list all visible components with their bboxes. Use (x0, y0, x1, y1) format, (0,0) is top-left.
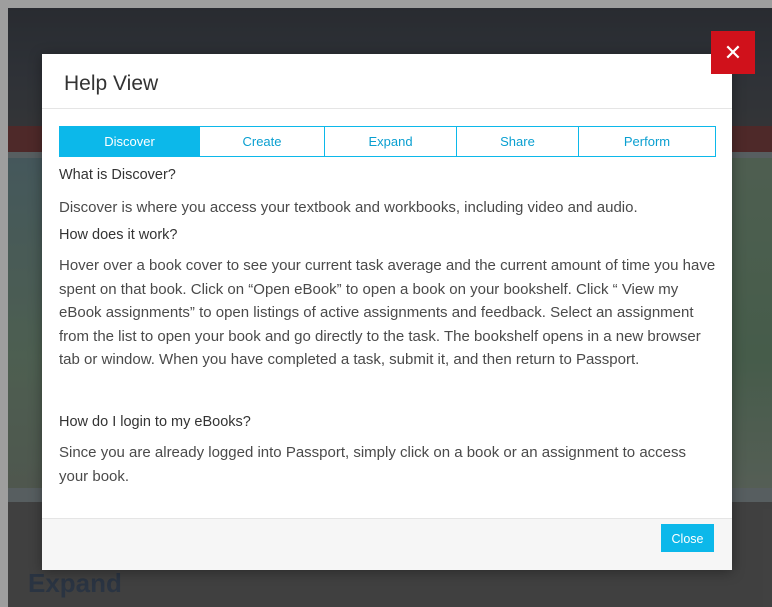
question-heading: What is Discover? (59, 167, 176, 183)
modal-title: Help View (64, 72, 159, 95)
tab-expand[interactable]: Expand (325, 127, 457, 156)
help-tabs: Discover Create Expand Share Perform (59, 126, 716, 157)
answer-text: Discover is where you access your textbo… (59, 199, 638, 216)
close-button[interactable]: Close (661, 524, 714, 552)
tab-share[interactable]: Share (457, 127, 579, 156)
modal-header: Help View (42, 54, 732, 109)
tab-create[interactable]: Create (200, 127, 325, 156)
tab-perform[interactable]: Perform (579, 127, 715, 156)
answer-text: Since you are already logged into Passpo… (59, 444, 686, 485)
question-heading: How does it work? (59, 227, 178, 243)
answer-text: Hover over a book cover to see your curr… (59, 257, 716, 368)
help-modal: Help View Discover Create Expand Share P… (42, 54, 732, 570)
close-icon[interactable]: ✕ (711, 31, 755, 74)
question-heading: How do I login to my eBooks? (59, 414, 251, 430)
tab-discover[interactable]: Discover (60, 127, 200, 156)
modal-footer (42, 518, 732, 570)
